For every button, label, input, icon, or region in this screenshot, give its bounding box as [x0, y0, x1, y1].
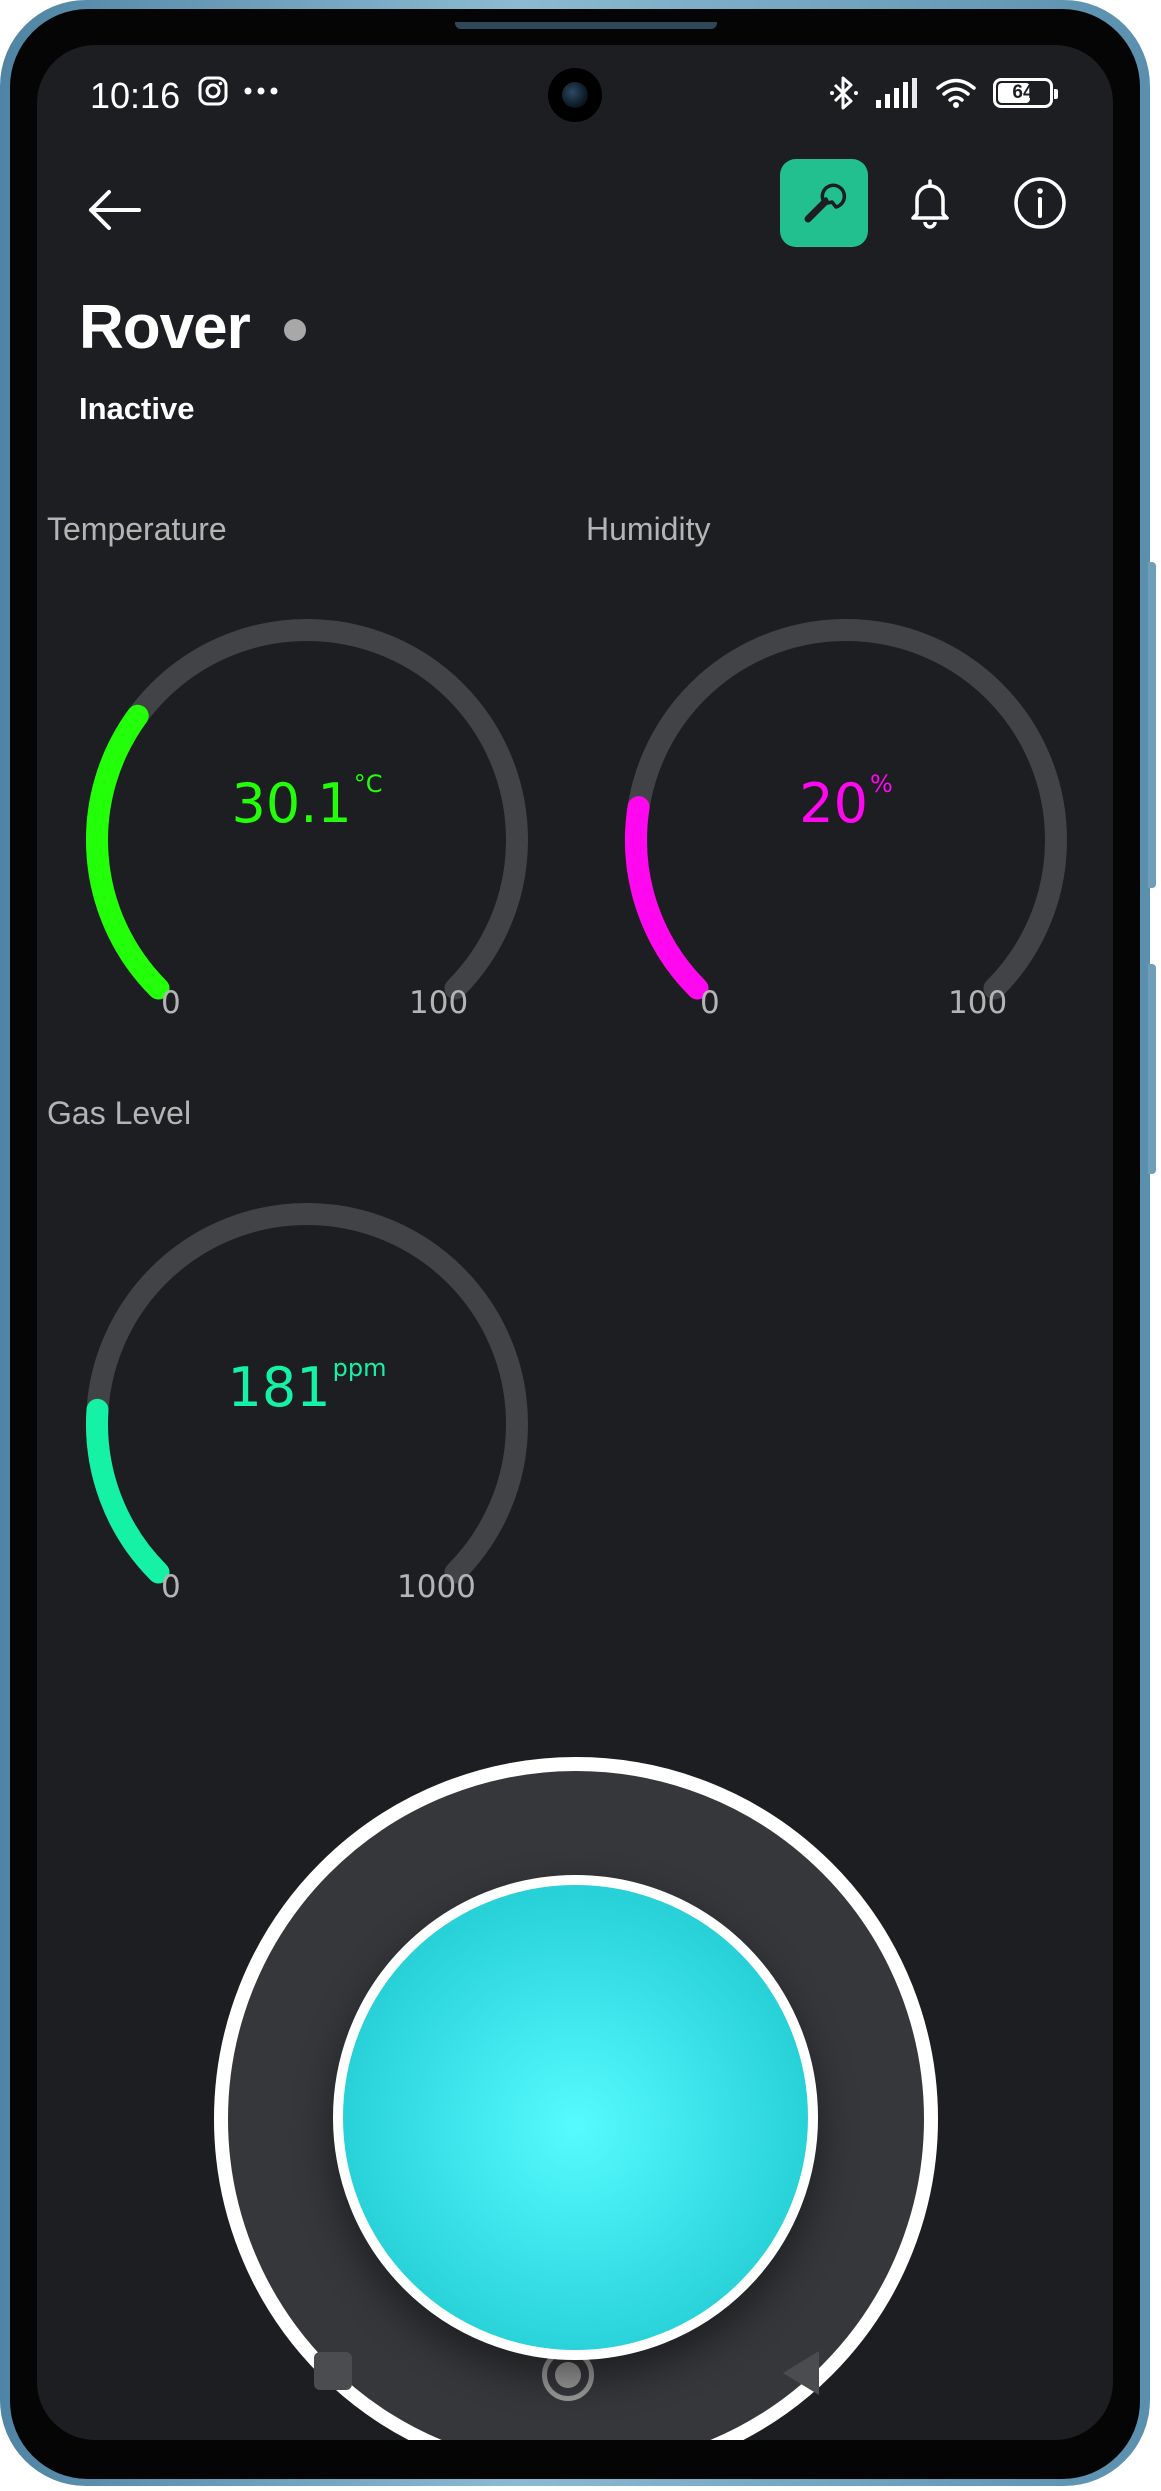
- power-button: [1148, 964, 1156, 1174]
- gauge-value: 20%: [596, 770, 1096, 835]
- status-dot: [284, 319, 306, 341]
- status-icons-left: [197, 75, 279, 107]
- volume-button: [1148, 562, 1156, 888]
- status-icons-right: 64: [829, 75, 1058, 111]
- gauge-value-number: 181: [227, 1356, 331, 1419]
- battery-icon: 64: [993, 78, 1058, 108]
- settings-button[interactable]: [780, 159, 868, 247]
- wifi-icon: [936, 78, 976, 108]
- gauge-value-number: 30.1: [231, 772, 352, 835]
- gauge-unit: °C: [353, 770, 383, 798]
- gauge-min-label: 0: [161, 1569, 181, 1605]
- signal-icon: [876, 78, 917, 108]
- gauge-max-label: 100: [409, 985, 469, 1021]
- gauge-humidity: 20% 0 100: [596, 575, 1096, 1045]
- status-time: 10:16: [90, 75, 181, 116]
- battery-level: 64: [1012, 82, 1034, 103]
- speaker-grille: [455, 22, 717, 29]
- gauge-label-gas-level: Gas Level: [47, 1095, 192, 1131]
- notifications-button[interactable]: [897, 170, 963, 236]
- info-button[interactable]: [1007, 170, 1073, 236]
- joystick-knob[interactable]: [333, 1875, 818, 2360]
- gauge-unit: %: [869, 770, 893, 798]
- gauge-label-temperature: Temperature: [47, 511, 227, 547]
- gauge-unit: ppm: [332, 1354, 387, 1382]
- device-status: Inactive: [79, 391, 195, 426]
- gauge-max-label: 1000: [397, 1569, 476, 1605]
- front-camera: [548, 68, 602, 122]
- info-icon: [1014, 177, 1066, 229]
- gauge-progress-arc: [86, 704, 170, 1000]
- recents-icon[interactable]: [314, 2352, 352, 2390]
- back-triangle-icon[interactable]: [783, 2351, 819, 2395]
- gauge-value-number: 20: [799, 772, 868, 835]
- gauge-progress-arc: [86, 1398, 170, 1584]
- device-title: Rover: [79, 293, 251, 362]
- gauge-value: 181ppm: [57, 1354, 557, 1419]
- instagram-icon: [198, 76, 228, 106]
- gauge-max-label: 100: [948, 985, 1008, 1021]
- gauge-min-label: 0: [161, 985, 181, 1021]
- back-button[interactable]: [77, 175, 147, 245]
- gauge-label-humidity: Humidity: [586, 511, 711, 547]
- app-screen: 10:16 64 Rover Inactive Temperature 30.1…: [37, 45, 1113, 2440]
- arrow-left-icon: [89, 190, 141, 230]
- bluetooth-icon: [830, 76, 858, 110]
- bell-icon: [911, 179, 949, 229]
- gauge-gas-level: 181ppm 0 1000: [57, 1159, 557, 1629]
- wrench-icon: [804, 183, 847, 223]
- gauge-value: 30.1°C: [57, 770, 557, 835]
- gauge-min-label: 0: [700, 985, 720, 1021]
- gauge-temperature: 30.1°C 0 100: [57, 575, 557, 1045]
- more-dots-icon: [244, 87, 278, 95]
